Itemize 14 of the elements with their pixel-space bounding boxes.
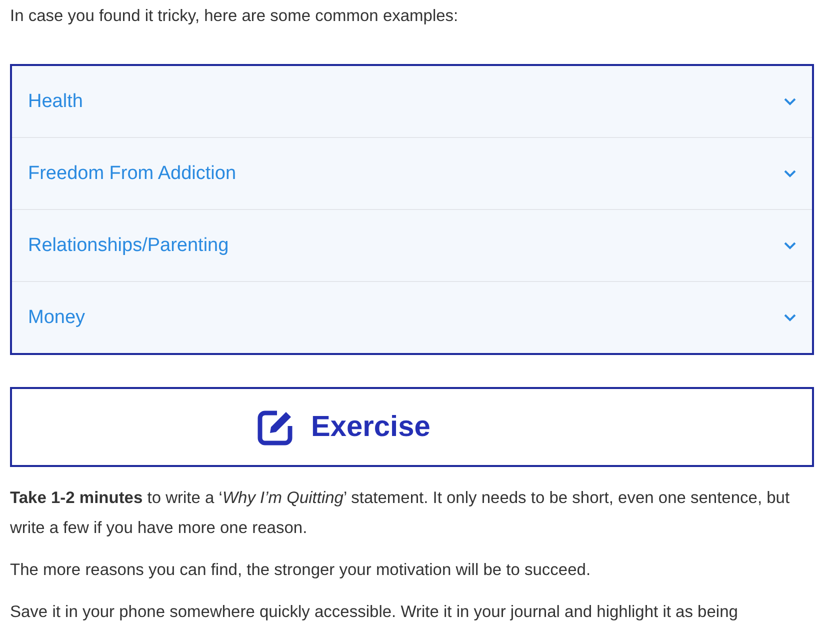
paragraph: Take 1-2 minutes to write a ‘Why I’m Quitting’ statement. It only needs to be short, even one sentence, but write a few if you have more one reason. [10,488,791,539]
accordion-item[interactable]: Freedom From Addiction [12,137,812,209]
accordion-item[interactable]: Health [12,66,812,137]
chevron-icon [784,170,796,178]
chevron-icon [784,314,796,322]
accordion-item[interactable]: Relationships/Parenting [12,209,812,281]
exercise-title: Exercise [311,410,430,444]
chevron-icon [784,98,796,106]
intro-text: In case you found it tricky, here are some common examples: [10,6,460,27]
paragraph: Save it in your phone somewhere quickly accessible. Write it in your journal and highlight it as being [10,602,739,622]
paragraph: The more reasons you can find, the stronger your motivation will be to succeed. [10,560,592,581]
chevron-icon [784,242,796,250]
accordion-item[interactable]: Money [12,281,812,353]
edit-icon [257,408,295,446]
